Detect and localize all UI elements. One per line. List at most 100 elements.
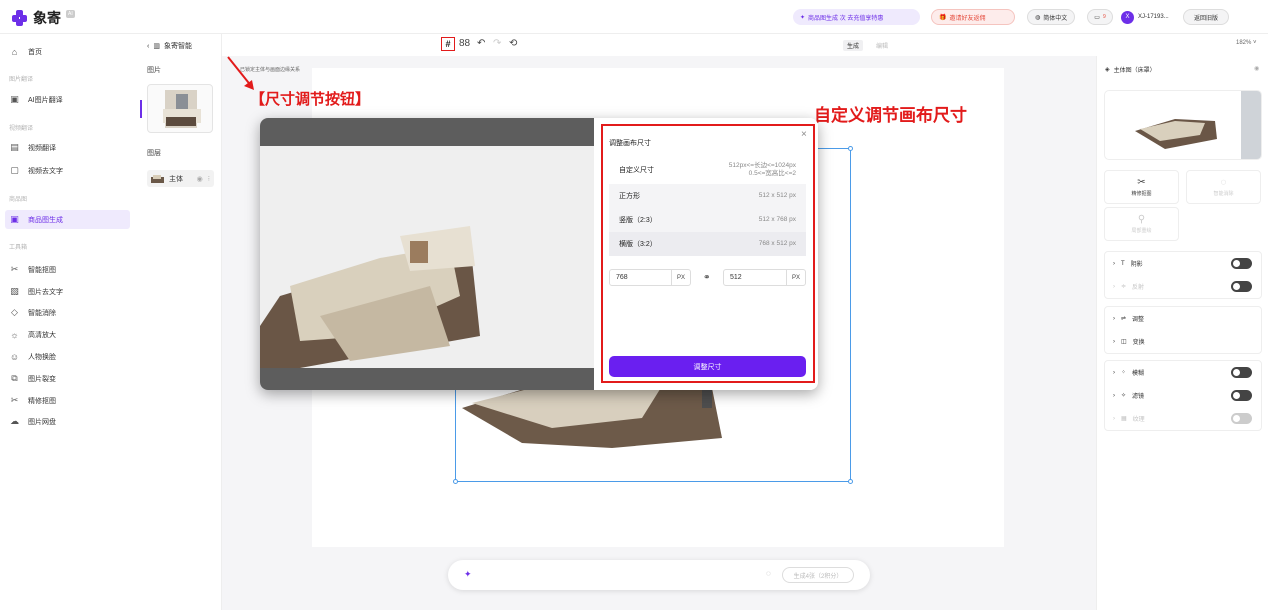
row-filter[interactable]: › ✧ 滤镜 — [1105, 384, 1261, 407]
chevron-right-icon: › — [1113, 415, 1115, 422]
back-button[interactable]: ‹ ▥ 象寄智能 — [147, 41, 192, 51]
user-menu[interactable]: X XJ-17193... — [1121, 9, 1177, 25]
preview-tools-strip — [1241, 91, 1261, 159]
assets-panel: ‹ ▥ 象寄智能 图片 图层 主体 ◉ ⁝ — [140, 34, 222, 610]
row-blur[interactable]: › ⁘ 模糊 — [1105, 361, 1261, 384]
message-count: 9 — [1102, 14, 1106, 20]
sidebar-item-image-split[interactable]: ⧉ 图片裂变 — [5, 369, 130, 388]
history-icon[interactable]: ⟲ — [509, 38, 517, 49]
sidebar-item-image-remove-text[interactable]: ▧ 图片去文字 — [5, 282, 130, 301]
app-logo[interactable]: 象寄 AI — [12, 8, 75, 28]
blur-toggle[interactable] — [1231, 367, 1252, 378]
row-shadow[interactable]: › T 阴影 — [1105, 252, 1261, 275]
language-button[interactable]: ◍ 简体中文 — [1027, 9, 1075, 25]
sliders-icon: ⇌ — [1121, 316, 1127, 322]
redo-icon[interactable]: ↷ — [493, 38, 501, 49]
dialog-preview — [260, 118, 594, 390]
layer-title: ◈ 主体图（床罩） — [1105, 67, 1156, 74]
precise-scissors-icon: ✂ — [10, 395, 19, 405]
layers-label: 图层 — [147, 150, 161, 157]
erase-icon: ◌ — [1220, 177, 1227, 188]
sparkle-icon: ✦ — [464, 569, 472, 579]
chevron-right-icon: › — [1113, 392, 1115, 399]
row-transform[interactable]: › ◫ 变换 — [1105, 330, 1261, 353]
asset-thumbnail[interactable] — [147, 84, 213, 133]
sidebar-section-product: 商品图 — [9, 197, 28, 203]
video-icon: ▤ — [10, 142, 19, 152]
translate-icon: ▣ — [10, 94, 19, 104]
top-bar: 象寄 AI ✦ 商品图生成 次 去充值享特惠 🎁 邀请好友返佣 ◍ 简体中文 ▭ 9 X… — [0, 0, 1268, 34]
filter-toggle[interactable] — [1231, 390, 1252, 401]
prompt-bar[interactable]: ✦ ◌ 生成4张（2积分） — [448, 560, 870, 590]
canvas-toolbar: # 88 ↶ ↷ ⟲ 生成 编辑 — [222, 34, 1268, 56]
chevron-right-icon: › — [1113, 369, 1115, 376]
annotation-custom-canvas: 自定义调节画布尺寸 — [814, 106, 967, 126]
promo-button[interactable]: ✦ 商品图生成 次 去充值享特惠 — [793, 9, 920, 25]
text-icon: T — [1121, 260, 1125, 267]
sparkle-icon: ✦ — [800, 14, 806, 21]
sidebar-item-product-image-gen[interactable]: ▣ 商品图生成 — [5, 210, 130, 229]
sidebar-item-face-swap[interactable]: ☺ 人物换脸 — [5, 347, 130, 366]
cloud-icon: ☁ — [10, 416, 19, 426]
undo-icon[interactable]: ↶ — [477, 38, 485, 49]
texture-toggle[interactable] — [1231, 413, 1252, 424]
shadow-toggle[interactable] — [1231, 258, 1252, 269]
visibility-icon[interactable]: ◉ — [1254, 65, 1259, 72]
chevron-right-icon: › — [1113, 315, 1115, 322]
sidebar-item-video-translate[interactable]: ▤ 视频翻译 — [5, 138, 130, 157]
invite-button[interactable]: 🎁 邀请好友返佣 — [931, 9, 1015, 25]
chevron-right-icon: › — [1113, 260, 1115, 267]
annotation-highlight-frame — [601, 124, 815, 383]
reflection-toggle[interactable] — [1231, 281, 1252, 292]
row-adjust[interactable]: › ⇌ 调整 — [1105, 307, 1261, 330]
layer-name: 主体 — [169, 175, 183, 183]
sidebar: ⌂ 首页 图片翻译 ▣ AI图片翻译 视频翻译 ▤ 视频翻译 ▢ 视频去文字 商品图 ▣… — [0, 34, 137, 610]
sidebar-item-hd-upscale[interactable]: ☼ 高清放大 — [5, 325, 130, 344]
image-text-icon: ▧ — [10, 286, 19, 296]
resize-handle[interactable] — [848, 479, 853, 484]
grid-icon[interactable]: 88 — [459, 38, 470, 49]
sidebar-item-smart-cutout[interactable]: ✂ 智能抠图 — [5, 260, 130, 279]
messages-button[interactable]: ▭ 9 — [1087, 9, 1113, 25]
scissors-icon: ✂ — [1137, 177, 1146, 188]
app-name: 象寄 — [33, 11, 61, 27]
globe-icon: ◍ — [1035, 14, 1041, 21]
sun-icon: ☼ — [10, 329, 19, 340]
eye-icon[interactable]: ◉ — [197, 175, 203, 183]
split-icon: ⧉ — [11, 373, 18, 383]
resize-canvas-button[interactable]: # — [441, 37, 455, 51]
card-precise-cutout[interactable]: ✂ 精修抠图 — [1104, 170, 1179, 204]
layer-item-subject[interactable]: 主体 ◉ ⁝ — [147, 170, 214, 187]
sidebar-item-ai-image-translate[interactable]: ▣ AI图片翻译 — [5, 90, 130, 109]
layers-icon: ◈ — [1105, 67, 1110, 73]
old-version-button[interactable]: 返回旧版 — [1183, 9, 1229, 25]
folder-icon: ▥ — [153, 43, 160, 50]
video-text-icon: ▢ — [10, 165, 19, 175]
crop-icon: # — [445, 39, 451, 49]
face-icon: ☺ — [9, 351, 20, 362]
texture-icon: ▦ — [1121, 416, 1127, 422]
brush-icon: ⚲ — [1137, 214, 1146, 225]
eraser-icon: ◇ — [11, 307, 18, 317]
logo-icon — [12, 10, 28, 26]
chevron-left-icon: ‹ — [147, 42, 150, 50]
subject-preview-image — [1135, 119, 1217, 149]
user-id: XJ-17193... — [1138, 14, 1169, 20]
images-label: 图片 — [147, 67, 161, 74]
sidebar-item-image-cloud[interactable]: ☁ 图片网盘 — [5, 412, 130, 431]
tab-edit[interactable]: 编辑 — [872, 40, 892, 51]
resize-handle[interactable] — [453, 479, 458, 484]
loading-icon: ◌ — [766, 569, 771, 578]
generate-button[interactable]: 生成4张（2积分） — [782, 567, 854, 583]
resize-handle[interactable] — [848, 146, 853, 151]
zoom-level[interactable]: 182% ˅ — [1236, 40, 1257, 46]
effects-group-1: › T 阴影 › ≑ 反射 — [1104, 251, 1262, 299]
sidebar-item-home[interactable]: ⌂ 首页 — [5, 42, 130, 61]
drag-handle-icon[interactable]: ⁝ — [208, 175, 210, 183]
message-icon: ▭ — [1094, 14, 1100, 21]
sidebar-item-video-remove-text[interactable]: ▢ 视频去文字 — [5, 161, 130, 180]
sidebar-item-smart-erase[interactable]: ◇ 智能消除 — [5, 303, 130, 322]
sidebar-item-precise-cutout[interactable]: ✂ 精修抠图 — [5, 391, 130, 410]
sidebar-section-video-translate: 视频翻译 — [9, 126, 34, 132]
tab-generate[interactable]: 生成 — [843, 40, 864, 51]
